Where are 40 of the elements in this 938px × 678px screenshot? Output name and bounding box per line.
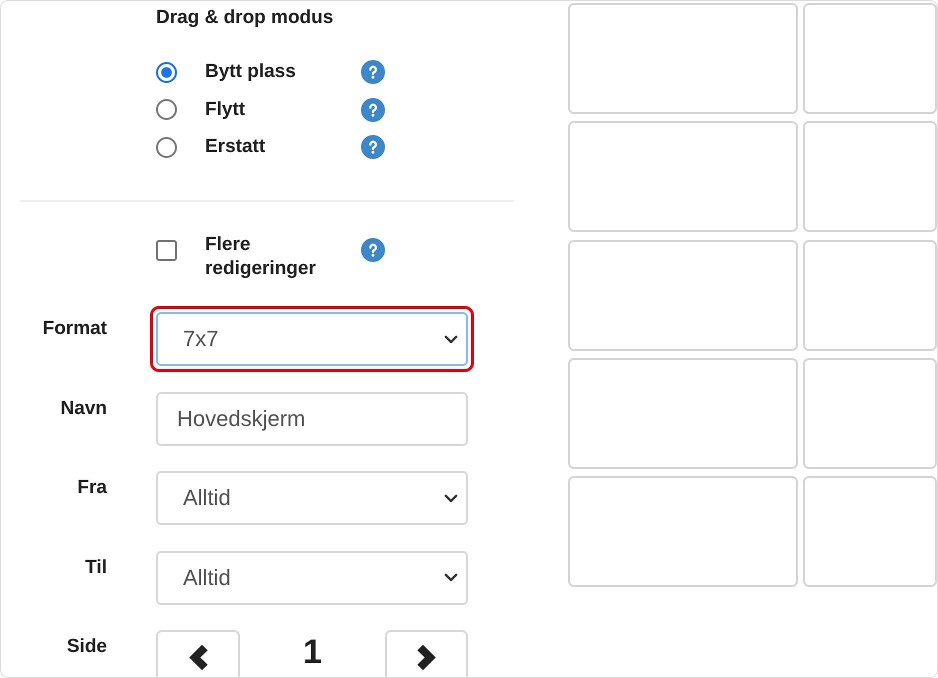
grid-tile[interactable] [568,476,798,587]
radio-button[interactable] [156,99,177,120]
page-number: 1 [303,632,322,673]
section-heading: Drag & drop modus [156,6,334,29]
option-label: Flytt [205,98,246,122]
grid-tile[interactable] [568,358,798,469]
help-icon[interactable] [361,98,385,122]
radio-button[interactable] [156,136,177,158]
help-icon[interactable] [361,238,385,262]
help-icon[interactable] [361,60,385,84]
chevron-down-icon [444,573,458,582]
checkbox-label: Flere redigeringer [205,233,317,281]
option-label: Erstatt [205,135,266,160]
dropdown[interactable]: 7x7 [156,312,468,366]
next-button[interactable] [385,630,468,677]
grid-tile[interactable] [803,121,937,232]
grid-tile[interactable] [803,240,937,350]
previous-button[interactable] [156,630,240,677]
radio-button[interactable] [156,62,177,83]
grid-tile[interactable] [568,240,798,350]
field-label: Fra [77,476,107,499]
field-label: Side [66,635,107,658]
checkbox[interactable] [156,240,177,261]
field-label: Format [42,317,107,340]
grid-tile[interactable] [568,121,798,232]
chevron-down-icon [444,494,458,502]
help-icon[interactable] [361,135,385,160]
option-label: Bytt plass [205,60,296,84]
grid-tile[interactable] [803,358,937,469]
grid-tile[interactable] [803,476,937,587]
dropdown[interactable]: Alltid [156,471,468,525]
chevron-down-icon [444,334,458,344]
grid-tile[interactable] [803,3,937,114]
text-field[interactable]: Hovedskjerm [156,392,468,446]
field-label: Navn [60,396,107,420]
chevron-right-icon [416,644,438,670]
dropdown[interactable]: Alltid [156,550,468,604]
chevron-left-icon [187,644,209,670]
field-label: Til [85,556,107,578]
grid-tile[interactable] [568,3,798,114]
